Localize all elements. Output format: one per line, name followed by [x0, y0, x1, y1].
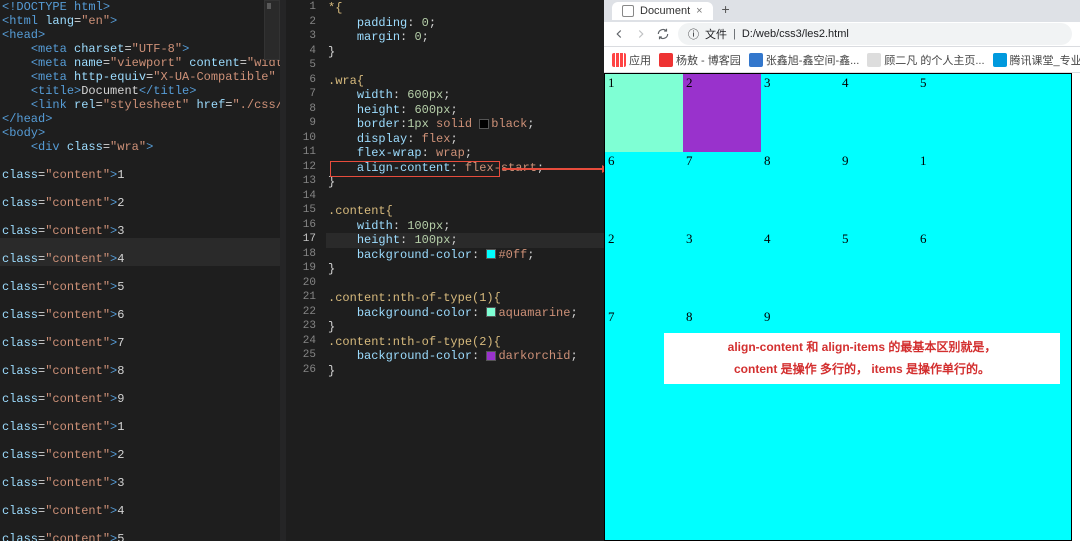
code-line: display: flex; — [326, 132, 604, 147]
code-line: flex-wrap: wrap; — [326, 146, 604, 161]
browser-viewport: 123456789123456789 align-content 和 align… — [604, 73, 1080, 541]
bookmark-item[interactable]: 腾讯课堂_专业的 — [993, 52, 1080, 68]
code-line: background-color: darkorchid; — [326, 349, 604, 364]
browser-tabbar: Document × + — [604, 0, 1080, 22]
flex-item: 4 — [839, 74, 917, 152]
favicon-icon — [622, 5, 634, 17]
flex-item: 2 — [605, 230, 683, 308]
code-line: class="content">2 — [0, 182, 280, 210]
browser-address-bar: ⓘ 文件 | D:/web/css3/les2.html — [604, 22, 1080, 48]
flex-item: 7 — [683, 152, 761, 230]
code-line: background-color: aquamarine; — [326, 306, 604, 321]
flex-item: 6 — [605, 152, 683, 230]
code-line: .content:nth-of-type(2){ — [326, 335, 604, 350]
new-tab-button[interactable]: + — [717, 2, 735, 20]
flex-item: 6 — [917, 230, 995, 308]
code-line: border:1px solid black; — [326, 117, 604, 132]
flex-item: 4 — [761, 230, 839, 308]
bookmarks-bar: 应用 杨敖 - 博客园 张鑫旭-鑫空间-鑫... 顾二凡 的个人主页... 腾讯… — [604, 47, 1080, 73]
tab-close-icon[interactable]: × — [696, 5, 702, 17]
code-line: } — [326, 262, 604, 277]
code-line: height: 100px; — [326, 233, 604, 248]
file-icon: ⓘ — [688, 26, 699, 42]
code-line: width: 600px; — [326, 88, 604, 103]
reload-icon[interactable] — [656, 27, 670, 41]
code-line — [326, 277, 604, 292]
flex-item: 8 — [761, 152, 839, 230]
bookmark-item[interactable]: 顾二凡 的个人主页... — [867, 52, 984, 68]
code-line: class="content">1 — [0, 154, 280, 182]
code-line: class="content">8 — [0, 350, 280, 378]
annotation-text: align-content 和 align-items 的最基本区别就是， co… — [664, 333, 1060, 384]
code-line: class="content">4 — [0, 238, 280, 266]
browser-window: Document × + ⓘ 文件 | D:/web/css3/les2.htm… — [604, 0, 1080, 541]
code-line: class="content">3 — [0, 210, 280, 238]
code-line: } — [326, 364, 604, 379]
bookmark-item[interactable]: 张鑫旭-鑫空间-鑫... — [749, 52, 860, 68]
code-line: } — [326, 45, 604, 60]
forward-icon[interactable] — [634, 27, 648, 41]
code-line — [326, 190, 604, 205]
code-line: .content{ — [326, 204, 604, 219]
doctype: <!DOCTYPE html> — [2, 0, 110, 14]
flex-item: 1 — [605, 74, 683, 152]
bookmark-item[interactable]: 杨敖 - 博客园 — [659, 52, 741, 68]
flex-item: 9 — [839, 152, 917, 230]
flex-item: 2 — [683, 74, 761, 152]
flex-item: 3 — [761, 74, 839, 152]
back-icon[interactable] — [612, 27, 626, 41]
flex-container: 123456789123456789 — [604, 73, 1072, 541]
flex-item: 1 — [917, 152, 995, 230]
code-line: class="content">2 — [0, 434, 280, 462]
code-line: class="content">5 — [0, 266, 280, 294]
code-line: height: 600px; — [326, 103, 604, 118]
browser-tab[interactable]: Document × — [612, 2, 713, 20]
annotation-arrow — [502, 168, 612, 170]
code-line: padding: 0; — [326, 16, 604, 31]
code-line: *{ — [326, 1, 604, 16]
code-line: class="content">4 — [0, 490, 280, 518]
line-gutter: 1234567891011121314151617181920212223242… — [286, 0, 326, 541]
code-line: class="content">6 — [0, 294, 280, 322]
code-line — [326, 59, 604, 74]
code-line: class="content">3 — [0, 462, 280, 490]
code-line: } — [326, 320, 604, 335]
tab-title: Document — [640, 5, 690, 17]
code-line: class="content">5 — [0, 518, 280, 541]
code-line: .wra{ — [326, 74, 604, 89]
minimap[interactable] — [264, 0, 280, 60]
url-field[interactable]: ⓘ 文件 | D:/web/css3/les2.html — [678, 23, 1072, 45]
css-source-editor[interactable]: 1234567891011121314151617181920212223242… — [280, 0, 604, 541]
code-line: } — [326, 175, 604, 190]
flex-item: 5 — [839, 230, 917, 308]
code-line: background-color: #0ff; — [326, 248, 604, 263]
code-line: .content:nth-of-type(1){ — [326, 291, 604, 306]
url-text: D:/web/css3/les2.html — [742, 28, 849, 40]
code-line: class="content">9 — [0, 378, 280, 406]
apps-button[interactable]: 应用 — [612, 52, 651, 68]
html-source-editor[interactable]: <!DOCTYPE html> <html lang="en"> <head> … — [0, 0, 280, 541]
flex-item: 3 — [683, 230, 761, 308]
code-line: class="content">1 — [0, 406, 280, 434]
code-line: class="content">7 — [0, 322, 280, 350]
flex-item: 5 — [917, 74, 995, 152]
code-line: margin: 0; — [326, 30, 604, 45]
code-line: width: 100px; — [326, 219, 604, 234]
